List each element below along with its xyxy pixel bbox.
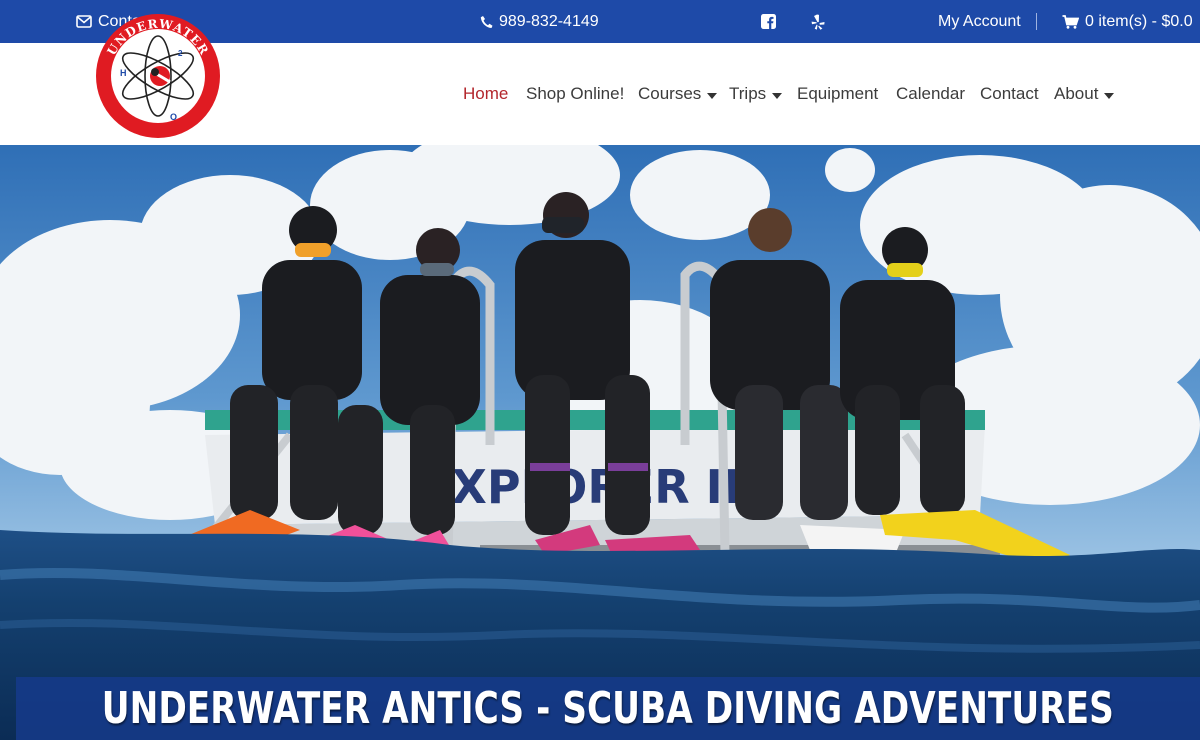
- nav-courses-label: Courses: [638, 84, 702, 103]
- yelp-link[interactable]: [811, 0, 825, 43]
- my-account-label: My Account: [938, 12, 1021, 30]
- shopping-cart-icon: [1062, 14, 1079, 29]
- nav-courses[interactable]: Courses: [638, 43, 718, 145]
- nav-about[interactable]: About: [1054, 43, 1115, 145]
- logo-two: 2: [178, 49, 183, 58]
- my-account-link[interactable]: My Account: [938, 0, 1021, 43]
- facebook-link[interactable]: [761, 0, 776, 43]
- phone-icon: [480, 15, 493, 29]
- nav-trips[interactable]: Trips: [729, 43, 783, 145]
- hero-banner: UNDERWATER ANTICS - SCUBA DIVING ADVENTU…: [16, 677, 1200, 740]
- hero-image: EXPLORER II: [0, 145, 1200, 740]
- nav-shop-online-label: Shop Online!: [526, 84, 625, 103]
- boat-name: EXPLORER II: [420, 460, 740, 514]
- divider: [1036, 13, 1037, 30]
- caret-down-icon: [707, 93, 718, 99]
- phone-link[interactable]: 989-832-4149: [480, 0, 599, 43]
- nav-equipment[interactable]: Equipment: [797, 43, 878, 145]
- nav-calendar[interactable]: Calendar: [896, 43, 965, 145]
- nav-trips-label: Trips: [729, 84, 767, 103]
- logo-o: O: [170, 112, 177, 122]
- envelope-icon: [76, 15, 92, 28]
- nav-about-label: About: [1054, 84, 1099, 103]
- site-logo[interactable]: UNDERWATER ANTICS H 2 O: [92, 10, 224, 142]
- facebook-icon: [761, 14, 776, 29]
- nav-equipment-label: Equipment: [797, 84, 879, 103]
- nav-home-label: Home: [463, 84, 509, 103]
- hero-banner-title: UNDERWATER ANTICS - SCUBA DIVING ADVENTU…: [101, 683, 1115, 734]
- nav-calendar-label: Calendar: [896, 84, 965, 103]
- nav-contact[interactable]: Contact: [980, 43, 1039, 145]
- nav-shop-online[interactable]: Shop Online!: [526, 43, 624, 145]
- caret-down-icon: [772, 93, 783, 99]
- caret-down-icon: [1104, 93, 1115, 99]
- nav-home[interactable]: Home: [463, 43, 508, 145]
- logo-h: H: [120, 68, 127, 78]
- nav-contact-label: Contact: [980, 84, 1039, 103]
- cart-link[interactable]: 0 item(s) - $0.0: [1062, 0, 1193, 43]
- cart-summary: 0 item(s) - $0.0: [1085, 12, 1193, 30]
- yelp-icon: [811, 14, 825, 30]
- phone-number: 989-832-4149: [499, 12, 599, 30]
